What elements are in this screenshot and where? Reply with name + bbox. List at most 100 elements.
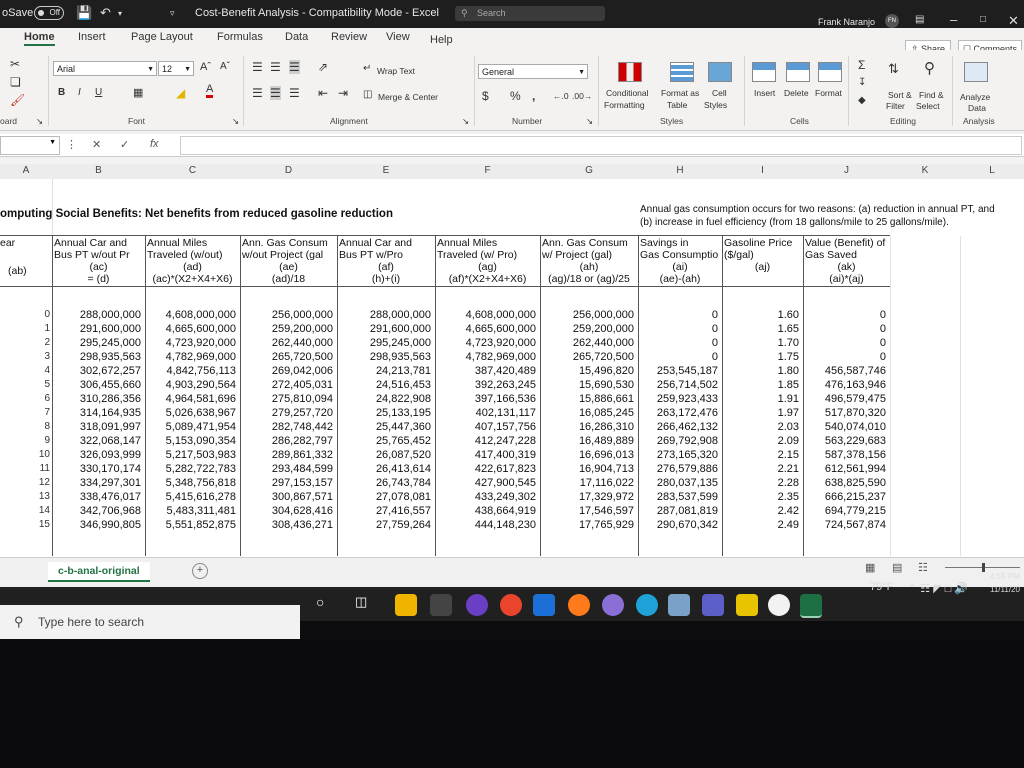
- cell-j[interactable]: 456,587,746: [803, 365, 886, 377]
- cell-i[interactable]: 2.35: [722, 491, 799, 503]
- insert-cells-label[interactable]: Insert: [754, 88, 775, 98]
- cell-c[interactable]: 5,153,090,354: [145, 435, 236, 447]
- cell-h[interactable]: 276,579,886: [638, 463, 718, 475]
- cell-b[interactable]: 318,091,997: [52, 421, 141, 433]
- format-cells-label[interactable]: Format: [815, 88, 842, 98]
- excel-taskbar-icon[interactable]: [800, 594, 822, 618]
- cell-g[interactable]: 16,904,713: [540, 463, 634, 475]
- cell-h[interactable]: 269,792,908: [638, 435, 718, 447]
- cell-d[interactable]: 308,436,271: [240, 519, 333, 531]
- cell-f[interactable]: 392,263,245: [435, 379, 536, 391]
- merge-center-button[interactable]: Merge & Center: [378, 92, 438, 102]
- number-launcher-icon[interactable]: ↘: [586, 116, 593, 126]
- cell-f[interactable]: 387,420,489: [435, 365, 536, 377]
- cell-d[interactable]: 269,042,006: [240, 365, 333, 377]
- merge-center-icon[interactable]: ◫: [363, 88, 372, 102]
- minimize-icon[interactable]: –: [950, 12, 957, 27]
- cell-c[interactable]: 5,483,311,481: [145, 505, 236, 517]
- styles-label[interactable]: Styles: [704, 100, 727, 110]
- copy-icon[interactable]: ❏: [10, 75, 21, 89]
- find-select-icon[interactable]: ⚲: [924, 61, 935, 76]
- currency-icon[interactable]: $: [482, 89, 489, 103]
- italic-icon[interactable]: I: [78, 86, 81, 100]
- conditional-formatting-icon[interactable]: [618, 62, 642, 82]
- cell-f[interactable]: 407,157,756: [435, 421, 536, 433]
- cell-d[interactable]: 293,484,599: [240, 463, 333, 475]
- cell-c[interactable]: 5,089,471,954: [145, 421, 236, 433]
- cell-f[interactable]: 433,249,302: [435, 491, 536, 503]
- weather-temp[interactable]: 79°F: [870, 581, 893, 593]
- cell-j[interactable]: 666,215,237: [803, 491, 886, 503]
- cell-g[interactable]: 15,690,530: [540, 379, 634, 391]
- borders-icon[interactable]: ▦: [133, 86, 143, 100]
- cell-c[interactable]: 4,842,756,113: [145, 365, 236, 377]
- tab-home[interactable]: Home: [24, 31, 55, 46]
- cell-b[interactable]: 302,672,257: [52, 365, 141, 377]
- cell-j[interactable]: 563,229,683: [803, 435, 886, 447]
- cell-g[interactable]: 17,116,022: [540, 477, 634, 489]
- align-bottom-icon[interactable]: ☰: [289, 60, 300, 74]
- page-layout-view-icon[interactable]: ▤: [892, 561, 902, 574]
- cell-h[interactable]: 259,923,433: [638, 393, 718, 405]
- cell-e[interactable]: 295,245,000: [337, 337, 431, 349]
- cell-h[interactable]: 283,537,599: [638, 491, 718, 503]
- cell-f[interactable]: 4,608,000,000: [435, 309, 536, 321]
- cell-f[interactable]: 438,664,919: [435, 505, 536, 517]
- column-header-c[interactable]: C: [145, 165, 240, 176]
- cell-d[interactable]: 304,628,416: [240, 505, 333, 517]
- mail-icon[interactable]: [533, 594, 555, 616]
- format-painter-icon[interactable]: 🖌: [10, 93, 25, 107]
- column-header-f[interactable]: F: [435, 165, 540, 176]
- cell-e[interactable]: 27,759,264: [337, 519, 431, 531]
- cell-i[interactable]: 2.03: [722, 421, 799, 433]
- cell-f[interactable]: 4,782,969,000: [435, 351, 536, 363]
- cell-f[interactable]: 397,166,536: [435, 393, 536, 405]
- delete-cells-label[interactable]: Delete: [784, 88, 809, 98]
- cell-i[interactable]: 2.09: [722, 435, 799, 447]
- cell-e[interactable]: 288,000,000: [337, 309, 431, 321]
- cell-b[interactable]: 298,935,563: [52, 351, 141, 363]
- cell-e[interactable]: 25,447,360: [337, 421, 431, 433]
- underline-icon[interactable]: U: [95, 86, 102, 100]
- select-label[interactable]: Select: [916, 101, 940, 111]
- cell-c[interactable]: 4,782,969,000: [145, 351, 236, 363]
- cell-j[interactable]: 587,378,156: [803, 449, 886, 461]
- tab-view[interactable]: View: [386, 31, 410, 43]
- decrease-font-icon[interactable]: Aˇ: [220, 60, 230, 74]
- number-format-combo[interactable]: General ▼: [478, 64, 588, 79]
- font-size-combo[interactable]: 12 ▼: [158, 61, 194, 76]
- formula-input[interactable]: [180, 136, 1022, 155]
- column-header-l[interactable]: L: [960, 165, 1024, 176]
- cell-c[interactable]: 5,415,616,278: [145, 491, 236, 503]
- cell-h[interactable]: 266,462,132: [638, 421, 718, 433]
- cell-d[interactable]: 265,720,500: [240, 351, 333, 363]
- align-right-icon[interactable]: ☰: [289, 86, 300, 100]
- cell-d[interactable]: 256,000,000: [240, 309, 333, 321]
- cell-h[interactable]: 0: [638, 309, 718, 321]
- analyze-data-icon[interactable]: [964, 62, 988, 82]
- cell-h[interactable]: 280,037,135: [638, 477, 718, 489]
- cell-c[interactable]: 5,282,722,783: [145, 463, 236, 475]
- cell-h[interactable]: 0: [638, 323, 718, 335]
- chrome-icon[interactable]: [500, 594, 522, 616]
- cell-j[interactable]: 638,825,590: [803, 477, 886, 489]
- align-left-icon[interactable]: ☰: [252, 86, 263, 100]
- cell-b[interactable]: 295,245,000: [52, 337, 141, 349]
- cell-f[interactable]: 427,900,545: [435, 477, 536, 489]
- column-header-b[interactable]: B: [52, 165, 145, 176]
- align-top-icon[interactable]: ☰: [252, 60, 263, 74]
- column-header-d[interactable]: D: [240, 165, 337, 176]
- cell-h[interactable]: 0: [638, 351, 718, 363]
- cell-d[interactable]: 289,861,332: [240, 449, 333, 461]
- name-box[interactable]: ▼: [0, 136, 60, 155]
- decrease-indent-icon[interactable]: ⇤: [318, 86, 328, 100]
- filter-label[interactable]: Filter: [886, 101, 905, 111]
- cell-f[interactable]: 4,723,920,000: [435, 337, 536, 349]
- system-tray-icons[interactable]: ⌃ ☷ ◤ □ 🔊: [908, 582, 968, 595]
- cell-e[interactable]: 26,743,784: [337, 477, 431, 489]
- insert-function-icon[interactable]: fx: [150, 138, 159, 150]
- download-icon[interactable]: [768, 594, 790, 616]
- tab-formulas[interactable]: Formulas: [217, 31, 263, 43]
- cell-g[interactable]: 17,546,597: [540, 505, 634, 517]
- cell-e[interactable]: 298,935,563: [337, 351, 431, 363]
